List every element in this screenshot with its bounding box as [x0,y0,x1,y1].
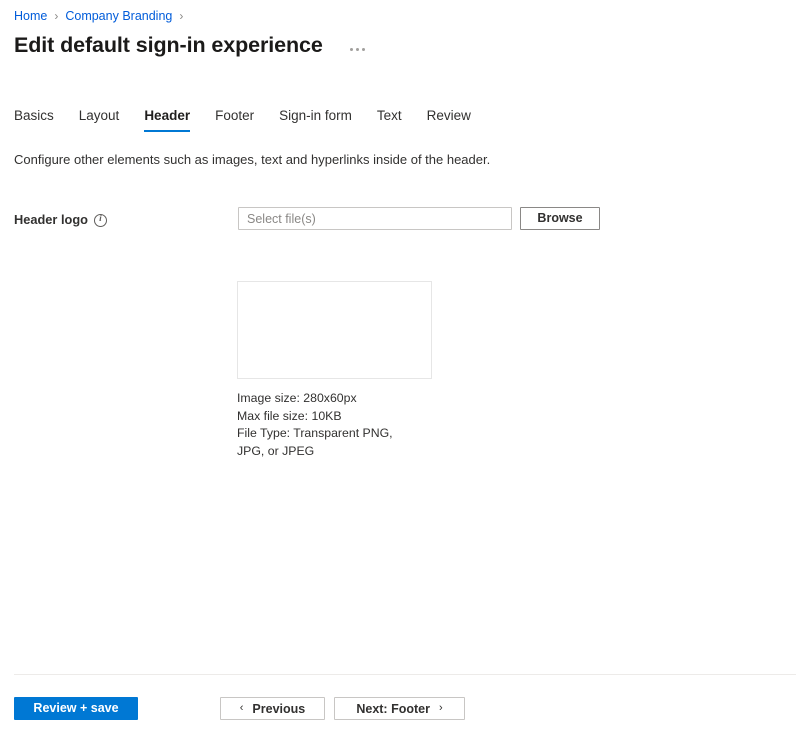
hint-max-file-size: Max file size: 10KB [237,408,457,426]
tab-basics[interactable]: Basics [14,105,54,135]
tab-description: Configure other elements such as images,… [14,151,490,169]
next-footer-button[interactable]: Next: Footer › [334,697,465,720]
breadcrumb-chevron-icon: › [54,8,58,24]
breadcrumb-chevron-icon: › [179,8,183,24]
breadcrumb-item-company-branding[interactable]: Company Branding [65,8,172,24]
info-circle-icon[interactable]: i [94,214,107,227]
ellipsis-dot [356,48,359,51]
breadcrumb-item-home[interactable]: Home [14,8,47,24]
tab-layout[interactable]: Layout [79,105,120,135]
previous-button[interactable]: ‹ Previous [220,697,325,720]
ellipsis-dot [350,48,353,51]
hint-file-type-line2: JPG, or JPEG [237,443,457,461]
ellipsis-dot [362,48,365,51]
chevron-right-icon: › [439,703,443,714]
next-button-label: Next: Footer [356,702,430,716]
breadcrumb: Home › Company Branding › [14,8,190,24]
previous-button-label: Previous [252,702,305,716]
tab-sign-in-form[interactable]: Sign-in form [279,105,352,135]
header-logo-hints: Image size: 280x60px Max file size: 10KB… [237,390,457,460]
tab-text[interactable]: Text [377,105,402,135]
page-title: Edit default sign-in experience [14,31,323,59]
browse-button[interactable]: Browse [520,207,600,230]
review-save-button[interactable]: Review + save [14,697,138,720]
header-logo-label: Header logo [14,212,88,228]
ellipsis-icon[interactable] [348,45,367,54]
header-logo-file-input[interactable] [238,207,512,230]
header-logo-preview-box [237,281,432,379]
chevron-left-icon: ‹ [240,703,244,714]
tab-review[interactable]: Review [427,105,471,135]
hint-file-type-line1: File Type: Transparent PNG, [237,425,457,443]
tab-footer[interactable]: Footer [215,105,254,135]
tab-bar: Basics Layout Header Footer Sign-in form… [14,105,471,135]
page-title-row: Edit default sign-in experience [14,31,367,59]
hint-image-size: Image size: 280x60px [237,390,457,408]
footer-divider [14,674,796,675]
tab-header[interactable]: Header [144,105,190,135]
header-logo-label-group: Header logo i [14,212,107,228]
